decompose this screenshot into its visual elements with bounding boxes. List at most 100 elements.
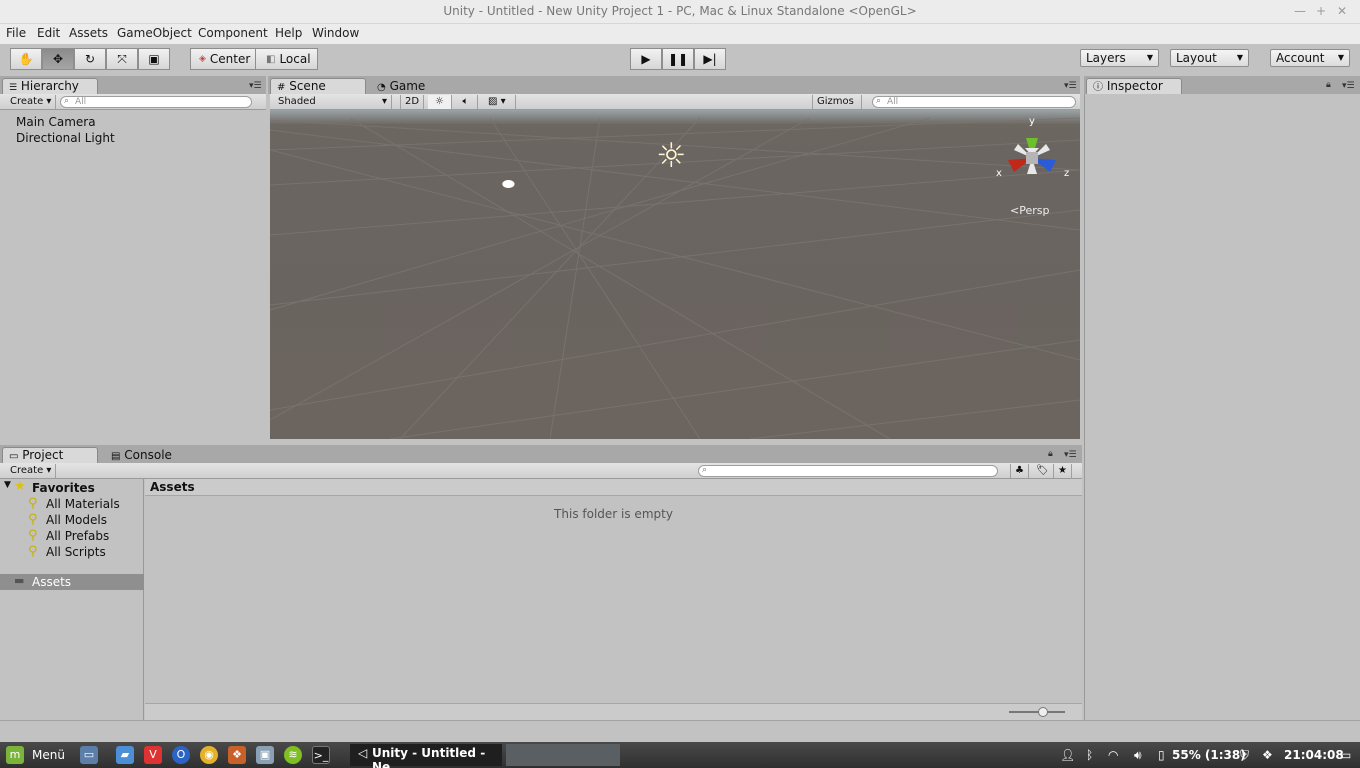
menu-gameobject[interactable]: GameObject <box>117 26 192 40</box>
camera-icon[interactable]: ⬬ <box>502 175 515 193</box>
scene-lighting-toggle[interactable]: ☼ <box>428 95 452 109</box>
lock-icon[interactable]: 🔒︎ <box>1326 80 1331 90</box>
menu-bar: File Edit Assets GameObject Component He… <box>0 24 1360 44</box>
panel-menu-icon[interactable]: ▾☰ <box>1064 450 1077 460</box>
favorites-label[interactable]: Favorites <box>32 481 95 495</box>
breadcrumb-assets[interactable]: Assets <box>150 480 195 494</box>
expand-arrow-icon[interactable]: ▼ <box>4 480 11 490</box>
scene-search-input[interactable]: ⌕ All <box>872 96 1076 108</box>
hierarchy-item-directional-light[interactable]: Directional Light <box>16 131 115 145</box>
mint-logo-icon[interactable]: m <box>6 746 24 764</box>
app-icon[interactable]: ❖ <box>228 746 246 764</box>
filter-label-button[interactable]: 🏷︎ <box>1032 464 1054 478</box>
dropbox-icon[interactable]: ❖ <box>1262 746 1273 764</box>
shading-mode-dropdown[interactable]: Shaded ▾ <box>274 95 392 109</box>
hierarchy-item-main-camera[interactable]: Main Camera <box>16 115 96 129</box>
chrome-icon[interactable]: ◉ <box>200 746 218 764</box>
opera-icon[interactable]: O <box>172 746 190 764</box>
menu-file[interactable]: File <box>6 26 26 40</box>
scene-effects-dropdown[interactable]: ▨ ▾ <box>484 95 516 109</box>
move-tool-button[interactable]: ✥ <box>42 48 74 70</box>
show-desktop-icon[interactable]: ▭ <box>80 746 98 764</box>
spotify-icon[interactable]: ≋ <box>284 746 302 764</box>
axis-y-label: y <box>1029 116 1035 127</box>
project-search-input[interactable]: ⌕ <box>698 465 998 477</box>
tab-project[interactable]: ▭ Project <box>2 447 98 464</box>
shield-icon[interactable]: ⛨ <box>1240 746 1249 764</box>
pivot-center-button[interactable]: ◈ Center <box>190 48 256 70</box>
account-dropdown[interactable]: Account ▼ <box>1270 49 1350 67</box>
step-button[interactable]: ▶| <box>694 48 726 70</box>
menu-help[interactable]: Help <box>275 26 302 40</box>
taskbar-window-thumbnail[interactable] <box>506 744 620 766</box>
image-icon: ▨ <box>488 96 498 107</box>
dropdown-arrow-icon: ▼ <box>1337 53 1344 62</box>
layout-dropdown[interactable]: Layout ▼ <box>1170 49 1249 67</box>
hierarchy-toolbar: Create ▾ ⌕ All <box>0 94 266 110</box>
save-search-button[interactable]: ★ <box>1054 464 1072 478</box>
orientation-gizmo[interactable] <box>992 116 1072 196</box>
assets-folder-item[interactable]: ▬ Assets <box>0 574 144 590</box>
mode-2d-toggle[interactable]: 2D <box>400 95 425 109</box>
breadcrumb: Assets <box>145 479 1082 496</box>
light-icon[interactable]: ☼ <box>656 139 686 173</box>
tab-hierarchy[interactable]: ☰ Hierarchy <box>2 78 98 95</box>
hand-tool-button[interactable]: ✋ <box>10 48 42 70</box>
window-titlebar: Unity - Untitled - New Unity Project 1 -… <box>0 0 1360 24</box>
maximize-icon[interactable]: + <box>1313 3 1329 19</box>
filter-type-button[interactable]: ♣ <box>1010 464 1029 478</box>
favorite-all-prefabs[interactable]: All Prefabs <box>46 529 109 543</box>
panel-menu-icon[interactable]: ▾☰ <box>1342 81 1355 91</box>
tab-console[interactable]: ▤ Console <box>104 447 200 464</box>
tab-game[interactable]: ◔ Game <box>370 78 466 95</box>
wifi-icon[interactable]: ◠ <box>1108 746 1118 764</box>
hierarchy-create-button[interactable]: Create ▾ <box>6 95 57 109</box>
favorite-all-models[interactable]: All Models <box>46 513 107 527</box>
rect-tool-button[interactable]: ▣ <box>138 48 170 70</box>
rotate-tool-button[interactable]: ↻ <box>74 48 106 70</box>
zoom-slider-thumb[interactable] <box>1037 707 1048 717</box>
pause-button[interactable]: ❚❚ <box>662 48 694 70</box>
hierarchy-search-input[interactable]: ⌕ All <box>60 96 252 108</box>
play-button[interactable]: ▶ <box>630 48 662 70</box>
menu-component[interactable]: Component <box>198 26 268 40</box>
notification-icon[interactable]: ▭ <box>1340 746 1351 764</box>
scene-viewport[interactable]: ⬬ ☼ y x z <Persp <box>270 110 1080 439</box>
star-icon: ★ <box>1058 465 1067 476</box>
user-icon[interactable]: 👤︎ <box>1060 746 1075 764</box>
vivaldi-icon[interactable]: V <box>144 746 162 764</box>
inspector-tabbar: ⓘ Inspector 🔒︎ ▾☰ <box>1084 76 1360 95</box>
image-viewer-icon[interactable]: ▣ <box>256 746 274 764</box>
minimize-icon[interactable]: — <box>1292 3 1308 19</box>
tab-inspector[interactable]: ⓘ Inspector <box>1086 78 1182 95</box>
panel-menu-icon[interactable]: ▾☰ <box>1064 81 1077 91</box>
menu-window[interactable]: Window <box>312 26 359 40</box>
panel-menu-icon[interactable]: ▾☰ <box>249 81 262 91</box>
project-folder-tree: ▼ ★ Favorites ⚲ All Materials ⚲ All Mode… <box>0 479 144 720</box>
project-tabbar: ▭ Project ▤ Console 🔒︎ ▾☰ <box>0 445 1082 464</box>
tab-scene[interactable]: # Scene <box>270 78 366 95</box>
layers-dropdown[interactable]: Layers ▼ <box>1080 49 1159 67</box>
favorite-all-scripts[interactable]: All Scripts <box>46 545 106 559</box>
project-create-button[interactable]: Create ▾ <box>6 464 57 478</box>
start-menu-button[interactable]: Menü <box>32 746 65 764</box>
gizmos-dropdown[interactable]: Gizmos ▾ <box>812 95 862 120</box>
volume-icon[interactable]: 🔊︎ <box>1134 746 1142 764</box>
projection-toggle[interactable]: <Persp <box>1010 204 1049 217</box>
scale-tool-button[interactable]: ⤧ <box>106 48 138 70</box>
favorite-all-materials[interactable]: All Materials <box>46 497 120 511</box>
scene-toolbar: Shaded▾ 2D ☼ 🔈︎ ▨ ▾ Gizmos ▾ ⌕All <box>270 94 1080 120</box>
battery-status[interactable]: 55% (1:38) <box>1172 746 1246 764</box>
bluetooth-icon[interactable]: ᛒ <box>1086 746 1093 764</box>
menu-edit[interactable]: Edit <box>37 26 60 40</box>
terminal-icon[interactable]: >_ <box>312 746 330 764</box>
taskbar-window-unity[interactable]: ◁ Unity - Untitled - Ne... <box>350 744 502 768</box>
lock-icon[interactable]: 🔒︎ <box>1048 449 1053 459</box>
close-icon[interactable]: ✕ <box>1334 3 1350 19</box>
speaker-icon: 🔈︎ <box>462 96 469 107</box>
scene-audio-toggle[interactable]: 🔈︎ <box>454 95 478 109</box>
pivot-local-button[interactable]: ◧ Local <box>255 48 318 70</box>
clock[interactable]: 21:04:08 <box>1284 746 1344 764</box>
files-icon[interactable]: ▰ <box>116 746 134 764</box>
menu-assets[interactable]: Assets <box>69 26 108 40</box>
